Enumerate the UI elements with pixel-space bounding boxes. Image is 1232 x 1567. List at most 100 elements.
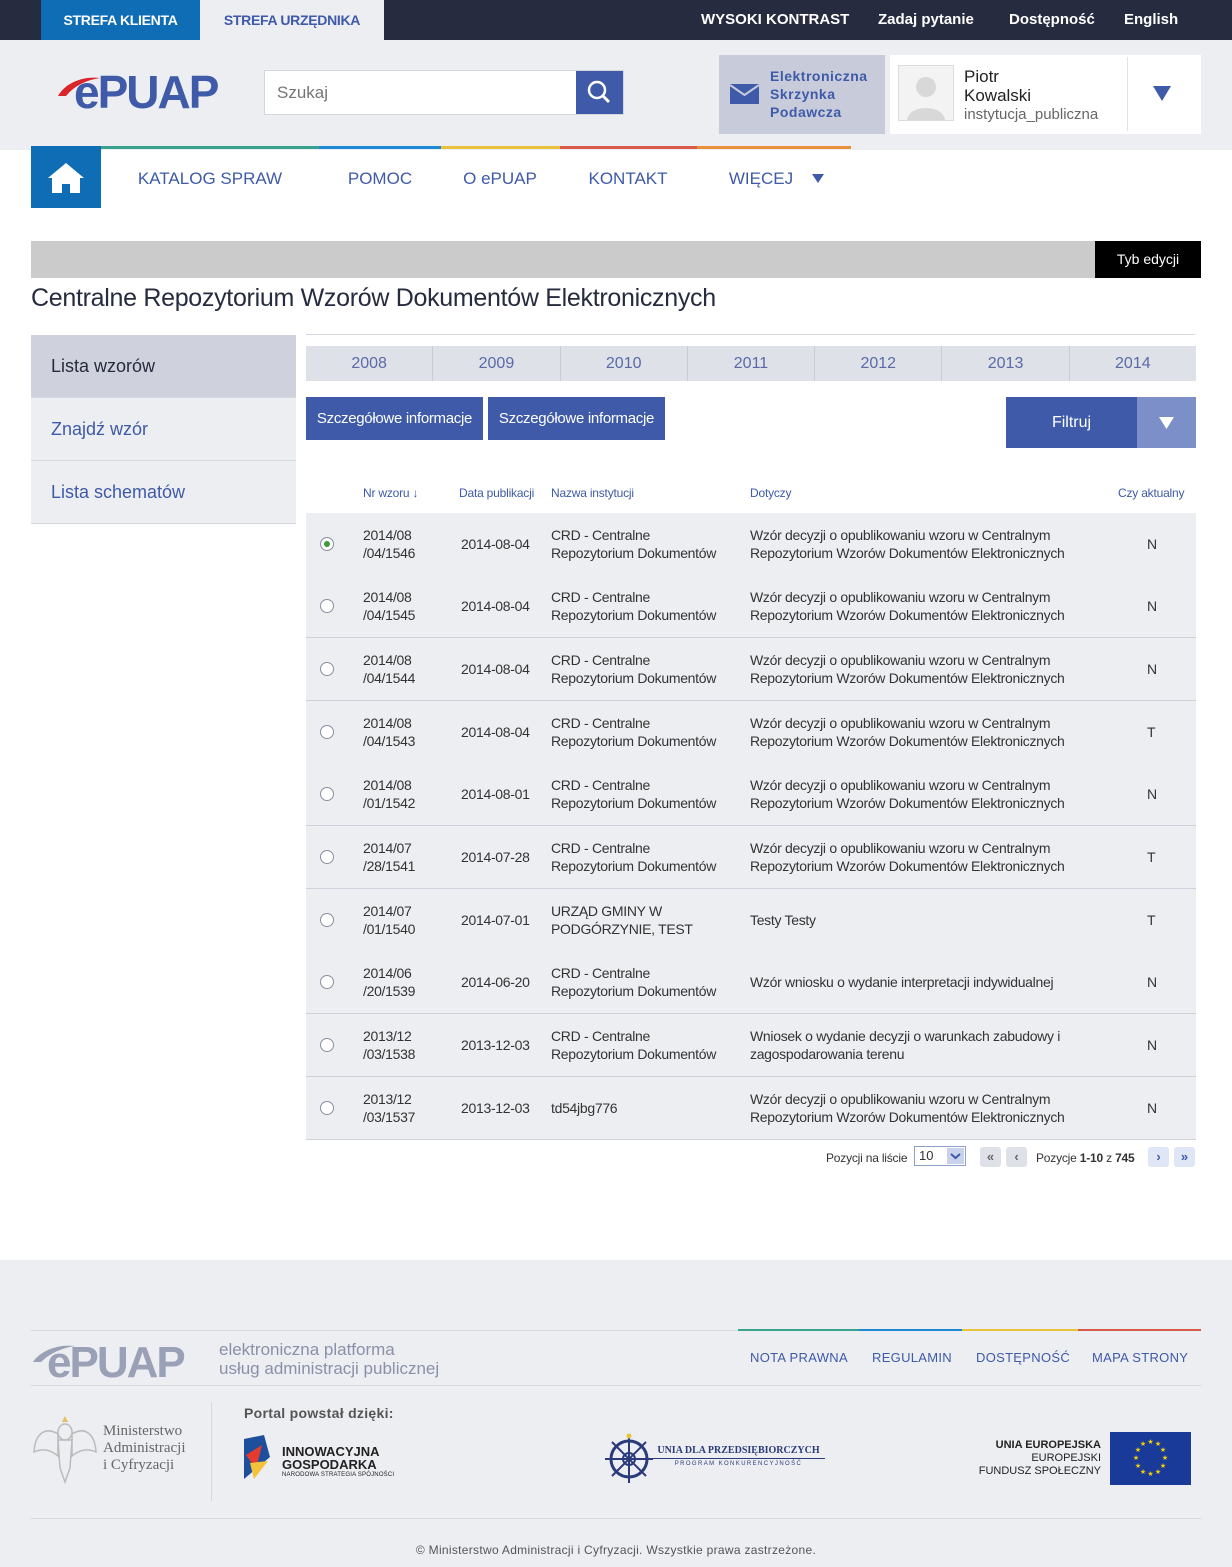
footer-link-legal[interactable]: NOTA PRAWNA [750,1350,848,1365]
row-radio-button[interactable] [320,537,334,551]
chevron-down-icon [1159,417,1174,429]
row-radio-button[interactable] [320,787,334,801]
accessibility-link[interactable]: Dostępność [1009,0,1095,40]
row-radio-button[interactable] [320,850,334,864]
row-radio-button[interactable] [320,975,334,989]
user-role: instytucja_publiczna [964,106,1099,123]
ask-question-link[interactable]: Zadaj pytanie [878,0,974,40]
row-radio-button[interactable] [320,1101,334,1115]
footer-link-terms[interactable]: REGULAMIN [872,1350,952,1365]
institution-name-line1: CRD - Centralne [551,527,650,543]
high-contrast-link[interactable]: WYSOKI KONTRAST [701,0,849,40]
row-radio-button[interactable] [320,599,334,613]
edit-mode-button[interactable]: Tyb edycji [1095,241,1201,278]
year-tabs: 2008 2009 2010 2011 2012 2013 2014 [306,346,1196,381]
last-page-button[interactable]: » [1174,1147,1195,1167]
user-panel[interactable]: Piotr Kowalski instytucja_publiczna [890,55,1201,134]
user-first-name: Piotr [964,67,999,86]
details-button[interactable]: Szczegółowe informacje [306,397,483,440]
search-icon [587,80,611,104]
udp-text: UNIA DLA PRZEDSIĘBIORCZYCH PROGRAM KONKU… [652,1445,825,1467]
epuap-logo[interactable]: ePUAP [56,66,236,118]
table-row[interactable]: 2014/07/28/1541 2014-07-28 CRD - Centralne… [306,826,1196,889]
nav-catalog[interactable]: KATALOG SPRAW [121,146,299,208]
nav-more[interactable]: WIĘCEJ [716,146,806,208]
ministry-logo [31,1412,99,1493]
caret-down-icon[interactable] [812,174,824,183]
table-row[interactable]: 2014/08/04/1546 2014-08-04 CRD - Centralne… [306,513,1196,576]
column-header-subject[interactable]: Dotyczy [750,486,791,500]
template-number-line2: /04/1546 [363,545,416,561]
inbox-label-line2: Skrzynka [770,86,836,102]
details-button-2[interactable]: Szczegółowe informacje [488,397,665,440]
table-row[interactable]: 2014/07/01/1540 2014-07-01 URZĄD GMINY W PO… [306,889,1196,952]
nav-contact[interactable]: KONTAKT [575,146,681,208]
publication-date: 2014-08-01 [461,786,530,802]
table-row[interactable]: 2014/08/04/1543 2014-08-04 CRD - Centralne… [306,701,1196,764]
divider [31,1518,1201,1519]
innovative-economy-emblem-icon [244,1435,270,1479]
column-header-date[interactable]: Data publikacji [459,486,534,500]
footer-tagline-line2: usług administracji publicznej [219,1359,440,1378]
year-tab-2014[interactable]: 2014 [1070,346,1196,381]
tab-official-zone[interactable]: STREFA URZĘDNIKA [200,0,384,40]
tab-client-zone[interactable]: STREFA KLIENTA [41,0,200,40]
year-tab-2009[interactable]: 2009 [433,346,561,381]
chevron-down-icon[interactable] [1153,86,1171,101]
template-number-line1: 2014/08 [363,777,412,793]
row-radio-button[interactable] [320,1038,334,1052]
year-tab-2012[interactable]: 2012 [815,346,943,381]
table-row[interactable]: 2014/08/04/1545 2014-08-04 CRD - Centralne… [306,575,1196,638]
english-link[interactable]: English [1124,0,1178,40]
search-input[interactable] [265,71,575,114]
table-row[interactable]: 2014/08/01/1542 2014-08-01 CRD - Centralne… [306,763,1196,826]
filter-dropdown[interactable] [1137,397,1196,448]
column-header-current[interactable]: Czy aktualny [1118,486,1184,500]
template-number-line2: /04/1545 [363,607,416,623]
table-row[interactable]: 2013/12/03/1537 2013-12-03 td54jbg776 Wzór … [306,1077,1196,1140]
table-row[interactable]: 2013/12/03/1538 2013-12-03 CRD - Centralne… [306,1014,1196,1077]
sidebar-item-schema-list[interactable]: Lista schematów [31,461,296,524]
sidebar-item-template-list[interactable]: Lista wzorów [31,335,296,398]
year-tab-2013[interactable]: 2013 [942,346,1070,381]
row-radio-button[interactable] [320,913,334,927]
subject-line1: Wniosek o wydanie decyzji o warunkach za… [750,1028,1061,1044]
inbox-button[interactable]: Elektroniczna Skrzynka Podawcza [719,55,885,134]
footer-link-accessibility[interactable]: DOSTĘPNOŚĆ [976,1350,1070,1365]
nav-about[interactable]: O ePUAP [450,146,550,208]
footer-accent-blue [859,1329,962,1331]
positions-label: Pozycje [1036,1151,1077,1165]
footer-link-sitemap[interactable]: MAPA STRONY [1092,1350,1188,1365]
sidebar-item-find-template[interactable]: Znajdź wzór [31,398,296,461]
template-number-line2: /01/1540 [363,921,416,937]
table-row[interactable]: 2014/08/04/1544 2014-08-04 CRD - Centralne… [306,638,1196,701]
row-radio-button[interactable] [320,662,334,676]
row-radio-button[interactable] [320,725,334,739]
year-tab-2008[interactable]: 2008 [306,346,434,381]
year-tab-2011[interactable]: 2011 [688,346,816,381]
divider [211,1402,212,1501]
column-header-institution[interactable]: Nazwa instytucji [551,486,634,500]
search-button[interactable] [576,71,623,114]
search-box [264,70,624,115]
footer-epuap-logo[interactable]: ePUAP [31,1338,216,1387]
year-tab-2010[interactable]: 2010 [561,346,688,381]
filter-label: Filtruj [1051,414,1092,431]
divider [652,1458,825,1459]
per-page-select[interactable]: 10 [914,1146,966,1166]
prev-page-button[interactable]: ‹ [1006,1147,1027,1167]
template-number-line1: 2013/12 [363,1091,412,1107]
home-button[interactable] [31,146,101,208]
inbox-label-line1: Elektroniczna [770,68,868,84]
first-page-button[interactable]: « [980,1147,1001,1167]
table-row[interactable]: 2014/06/20/1539 2014-06-20 CRD - Centralne… [306,951,1196,1014]
filter-button[interactable]: Filtruj [1006,397,1196,448]
next-page-button[interactable]: › [1148,1147,1169,1167]
nav-help[interactable]: POMOC [330,146,430,208]
institution-name-line1: CRD - Centralne [551,965,650,981]
eu-line2: EUROPEJSKI [1031,1452,1101,1464]
publication-date: 2013-12-03 [461,1100,530,1116]
inbox-label: Elektroniczna Skrzynka Podawcza [770,67,868,121]
is-current: N [1147,1037,1157,1053]
column-header-number[interactable]: Nr wzoru ↓ [363,486,419,500]
